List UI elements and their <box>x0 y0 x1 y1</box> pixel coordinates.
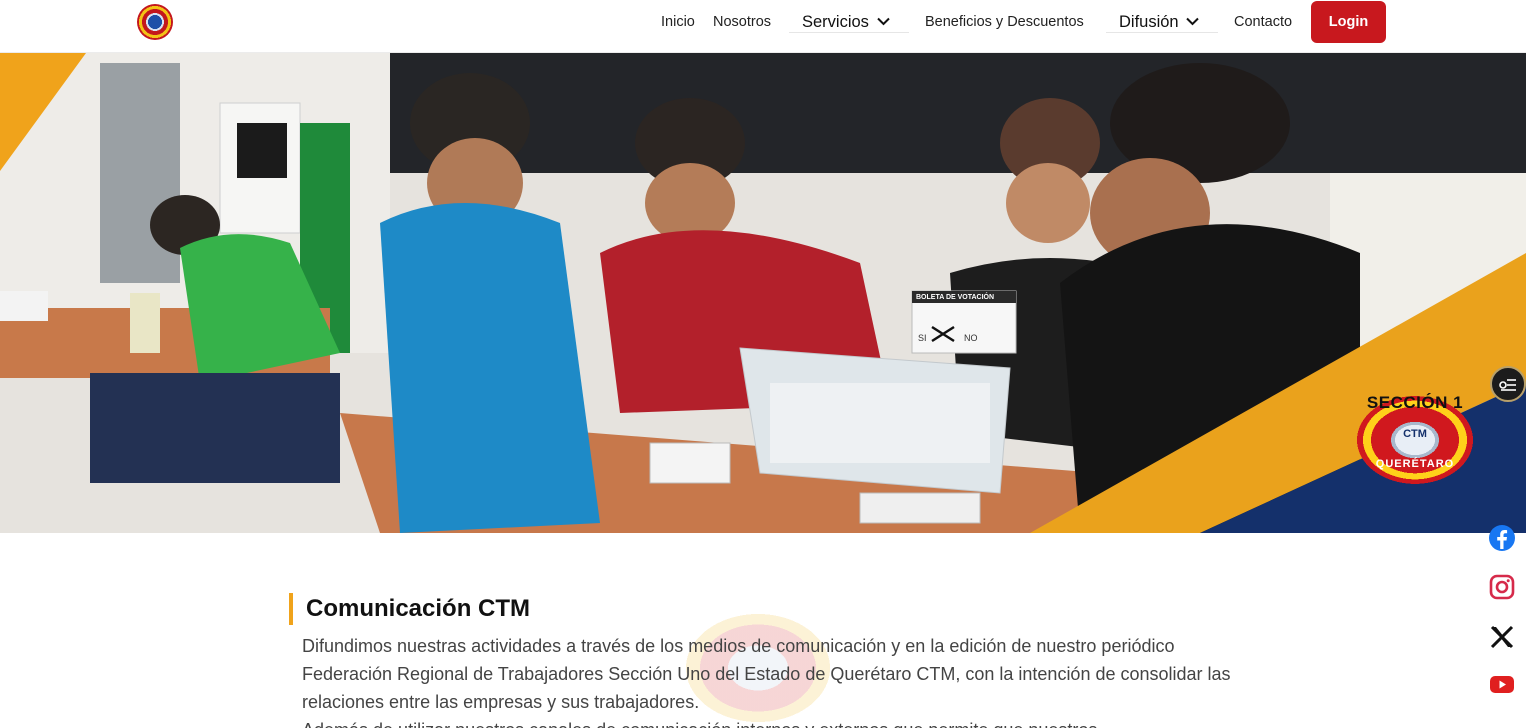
nav-contacto[interactable]: Contacto <box>1234 0 1292 44</box>
section-paragraph-2: Además de utilizar nuestros canales de c… <box>302 716 1232 728</box>
nav-servicios-dropdown[interactable]: Servicios <box>789 11 909 33</box>
chevron-down-icon <box>1186 17 1199 26</box>
nav-difusion-label: Difusión <box>1119 13 1179 31</box>
section-body: Difundimos nuestras actividades a través… <box>302 632 1232 728</box>
site-header: Inicio Nosotros Servicios Beneficios y D… <box>0 0 1526 53</box>
nav-servicios-label: Servicios <box>802 13 869 31</box>
section-accent-bar <box>289 593 293 625</box>
ballot-no: NO <box>964 333 978 343</box>
hero-banner: BOLETA DE VOTACIÓN SI NO <box>0 53 1526 533</box>
instagram-icon <box>1489 574 1515 600</box>
section-paragraph: Difundimos nuestras actividades a través… <box>302 636 1231 712</box>
section-title: Comunicación CTM <box>306 595 531 622</box>
youtube-icon <box>1490 676 1514 693</box>
nav-nosotros[interactable]: Nosotros <box>713 0 771 44</box>
ballot-heading: BOLETA DE VOTACIÓN <box>916 294 995 301</box>
seal-bottom-text: QUERÉTARO <box>1375 458 1455 470</box>
ctm-logo[interactable] <box>137 4 173 40</box>
facebook-link[interactable] <box>1486 522 1518 554</box>
seal-middle-text: CTM <box>1403 428 1427 440</box>
nav-difusion-dropdown[interactable]: Difusión <box>1106 11 1218 33</box>
facebook-icon <box>1489 525 1515 551</box>
seal-top-text: SECCIÓN 1 <box>1366 393 1464 412</box>
chevron-down-icon <box>876 17 890 26</box>
login-button[interactable]: Login <box>1311 1 1386 43</box>
ballot-mark-icon <box>931 325 955 343</box>
hero-photo <box>0 53 1526 533</box>
accessibility-menu-button[interactable] <box>1490 366 1526 402</box>
x-link[interactable] <box>1486 621 1518 653</box>
youtube-link[interactable] <box>1486 668 1518 700</box>
ballot-yes: SI <box>918 333 927 343</box>
nav-inicio[interactable]: Inicio <box>661 0 695 44</box>
settings-list-icon <box>1499 379 1516 391</box>
nav-beneficios[interactable]: Beneficios y Descuentos <box>925 0 1084 44</box>
instagram-link[interactable] <box>1486 571 1518 603</box>
x-icon <box>1490 625 1514 649</box>
